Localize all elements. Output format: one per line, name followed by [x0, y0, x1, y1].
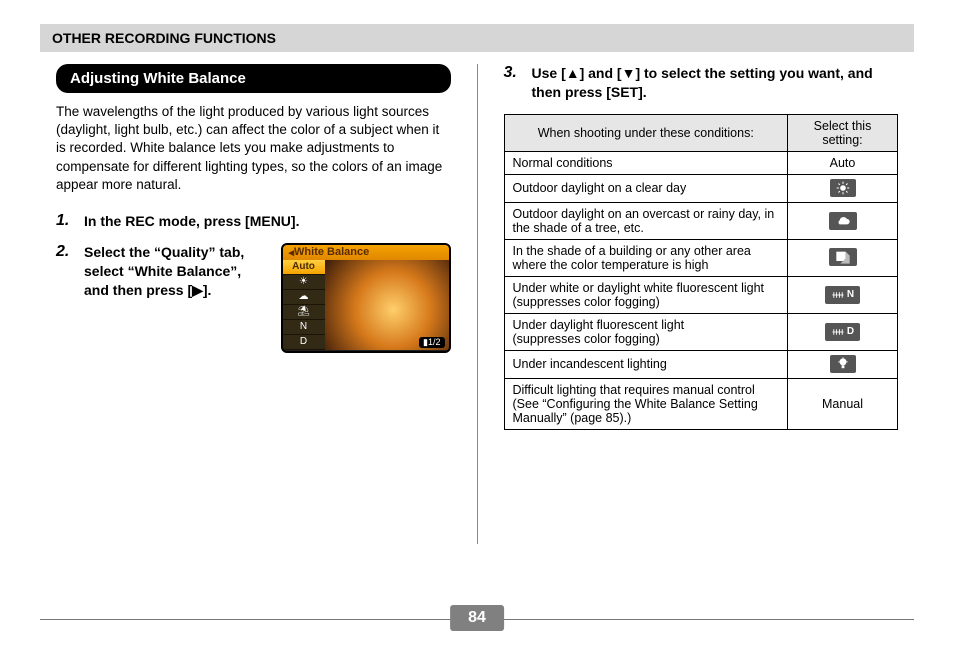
- table-row: Normal conditionsAuto: [504, 151, 898, 174]
- step-text: Select the “Quality” tab, select “White …: [84, 243, 267, 300]
- shade-icon: [829, 248, 857, 266]
- camera-menu-item: ⛱: [283, 305, 325, 320]
- camera-page-indicator: ▮1/2: [419, 337, 444, 348]
- camera-menu-list: Auto ☀ ☁ ⛱ N D: [283, 260, 325, 350]
- fluor-icon: N: [825, 286, 860, 304]
- setting-cell: Auto: [788, 151, 898, 174]
- camera-menu-item: N: [283, 320, 325, 335]
- setting-cell: [788, 239, 898, 276]
- content-columns: Adjusting White Balance The wavelengths …: [40, 64, 914, 544]
- chapter-header: OTHER RECORDING FUNCTIONS: [40, 24, 914, 52]
- step-2: 2. Select the “Quality” tab, select “Whi…: [56, 243, 451, 353]
- camera-preview-image: ▮1/2: [325, 260, 449, 350]
- page-footer: 84: [40, 619, 914, 620]
- sun-icon: [830, 179, 856, 197]
- cloud-icon: [829, 212, 857, 230]
- table-row: Difficult lighting that requires manual …: [504, 378, 898, 429]
- camera-menu-item: ☁: [283, 290, 325, 305]
- table-row: Outdoor daylight on a clear day: [504, 174, 898, 202]
- condition-cell: Under daylight fluorescent light (suppre…: [504, 313, 788, 350]
- table-header-condition: When shooting under these conditions:: [504, 114, 788, 151]
- camera-menu-title: ◂ White Balance: [283, 245, 449, 260]
- table-row: Outdoor daylight on an overcast or rainy…: [504, 202, 898, 239]
- table-row: Under incandescent lighting: [504, 350, 898, 378]
- condition-cell: Normal conditions: [504, 151, 788, 174]
- table-row: Under daylight fluorescent light (suppre…: [504, 313, 898, 350]
- table-row: Under white or daylight white fluorescen…: [504, 276, 898, 313]
- camera-page-text: 1/2: [428, 337, 441, 347]
- condition-cell: Under incandescent lighting: [504, 350, 788, 378]
- step-number: 3.: [504, 64, 524, 102]
- intro-paragraph: The wavelengths of the light produced by…: [56, 103, 451, 194]
- step-text: Use [▲] and [▼] to select the setting yo…: [532, 64, 899, 102]
- camera-menu-title-text: White Balance: [294, 246, 369, 258]
- table-header-setting: Select this setting:: [788, 114, 898, 151]
- camera-screenshot: ◂ White Balance Auto ☀ ☁ ⛱ N D: [281, 243, 451, 353]
- condition-cell: Under white or daylight white fluorescen…: [504, 276, 788, 313]
- camera-menu-item: D: [283, 335, 325, 350]
- step-number: 1.: [56, 212, 76, 231]
- right-column: 3. Use [▲] and [▼] to select the setting…: [484, 64, 915, 544]
- condition-cell: In the shade of a building or any other …: [504, 239, 788, 276]
- step-number: 2.: [56, 243, 76, 353]
- white-balance-table: When shooting under these conditions: Se…: [504, 114, 899, 430]
- step-3: 3. Use [▲] and [▼] to select the setting…: [504, 64, 899, 102]
- setting-cell: D: [788, 313, 898, 350]
- condition-cell: Outdoor daylight on a clear day: [504, 174, 788, 202]
- setting-cell: [788, 350, 898, 378]
- condition-cell: Difficult lighting that requires manual …: [504, 378, 788, 429]
- setting-cell: N: [788, 276, 898, 313]
- camera-menu-item: Auto: [283, 260, 325, 275]
- page-number-badge: 84: [450, 605, 504, 631]
- step-1: 1. In the REC mode, press [MENU].: [56, 212, 451, 231]
- fluor-icon: D: [825, 323, 860, 341]
- wb-icon-label: D: [847, 326, 854, 337]
- table-row: In the shade of a building or any other …: [504, 239, 898, 276]
- setting-cell: [788, 174, 898, 202]
- camera-menu-item: ☀: [283, 275, 325, 290]
- section-title: Adjusting White Balance: [56, 64, 451, 93]
- condition-cell: Outdoor daylight on an overcast or rainy…: [504, 202, 788, 239]
- step-text: In the REC mode, press [MENU].: [84, 212, 299, 231]
- bulb-icon: [830, 355, 856, 373]
- wb-icon-label: N: [847, 289, 854, 300]
- setting-cell: Manual: [788, 378, 898, 429]
- column-divider: [477, 64, 478, 544]
- setting-cell: [788, 202, 898, 239]
- left-column: Adjusting White Balance The wavelengths …: [40, 64, 471, 544]
